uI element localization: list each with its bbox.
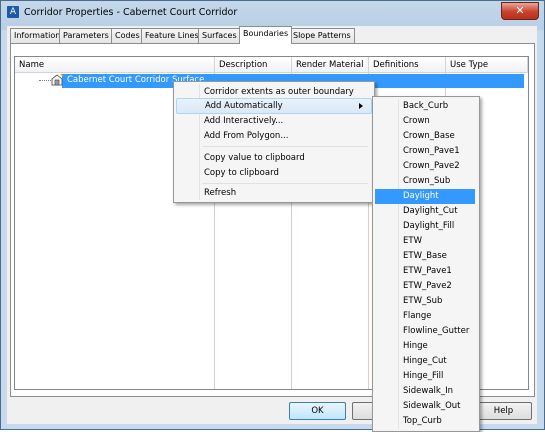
submenu-item-etw-pave1[interactable]: ETW_Pave1 — [375, 264, 475, 279]
submenu-item-daylight[interactable]: Daylight — [375, 189, 475, 204]
menu-item-label: Add Automatically — [205, 101, 283, 111]
menu-item-add-from-polygon[interactable]: Add From Polygon... — [176, 128, 372, 144]
tree-connector — [39, 80, 51, 81]
column-header-definitions[interactable]: Definitions — [369, 57, 446, 73]
submenu-item-etw-pave2[interactable]: ETW_Pave2 — [375, 279, 475, 294]
submenu-item-flange[interactable]: Flange — [375, 309, 475, 324]
tab-codes[interactable]: Codes — [111, 28, 144, 43]
help-button[interactable]: Help — [475, 402, 532, 420]
menu-item-copy-clipboard[interactable]: Copy to clipboard — [176, 165, 372, 181]
context-menu: Corridor extents as outer boundary Add A… — [173, 81, 375, 203]
menu-item-add-interactively[interactable]: Add Interactively... — [176, 113, 372, 129]
menu-separator — [202, 146, 368, 147]
submenu-item-hinge-cut[interactable]: Hinge_Cut — [375, 354, 475, 369]
submenu-item-flowline-gutter[interactable]: Flowline_Gutter — [375, 324, 475, 339]
submenu-item-top-curb[interactable]: Top_Curb — [375, 414, 475, 429]
menu-item-add-automatically[interactable]: Add Automatically — [176, 98, 372, 114]
submenu-item-hinge-fill[interactable]: Hinge_Fill — [375, 369, 475, 384]
menu-item-refresh[interactable]: Refresh — [176, 185, 372, 201]
submenu-item-daylight-cut[interactable]: Daylight_Cut — [375, 204, 475, 219]
column-header-use-type[interactable]: Use Type — [446, 57, 528, 73]
submenu-item-back-curb[interactable]: Back_Curb — [375, 99, 475, 114]
submenu-item-etw[interactable]: ETW — [375, 234, 475, 249]
submenu-item-sidewalk-out[interactable]: Sidewalk_Out — [375, 399, 475, 414]
submenu-item-sidewalk-in[interactable]: Sidewalk_In — [375, 384, 475, 399]
submenu-item-crown-base[interactable]: Crown_Base — [375, 129, 475, 144]
tab-slope-patterns[interactable]: Slope Patterns — [289, 28, 355, 43]
app-icon: A — [7, 6, 19, 18]
tab-parameters[interactable]: Parameters — [59, 28, 113, 43]
surface-corridor-icon — [51, 74, 63, 86]
submenu-item-crown[interactable]: Crown — [375, 114, 475, 129]
submenu-item-crown-sub[interactable]: Crown_Sub — [375, 174, 475, 189]
tab-information[interactable]: Information — [10, 28, 65, 43]
window-title: Corridor Properties - Cabernet Court Cor… — [24, 7, 238, 18]
column-header-render-material[interactable]: Render Material — [292, 57, 369, 73]
submenu-item-daylight-fill[interactable]: Daylight_Fill — [375, 219, 475, 234]
menu-item-copy-value[interactable]: Copy value to clipboard — [176, 150, 372, 166]
chevron-right-icon — [359, 103, 363, 109]
column-header-name[interactable]: Name — [15, 57, 215, 73]
tab-boundaries[interactable]: Boundaries — [239, 26, 293, 44]
title-bar[interactable]: A Corridor Properties - Cabernet Court C… — [1, 1, 544, 25]
ok-button[interactable]: OK — [289, 402, 346, 420]
submenu-item-crown-pave2[interactable]: Crown_Pave2 — [375, 159, 475, 174]
submenu-item-etw-sub[interactable]: ETW_Sub — [375, 294, 475, 309]
submenu-item-etw-base[interactable]: ETW_Base — [375, 249, 475, 264]
tab-surfaces[interactable]: Surfaces — [198, 28, 241, 43]
submenu-item-crown-pave1[interactable]: Crown_Pave1 — [375, 144, 475, 159]
submenu-add-automatically: Back_Curb Crown Crown_Base Crown_Pave1 Crown… — [372, 96, 480, 432]
submenu-item-hinge[interactable]: Hinge — [375, 339, 475, 354]
column-header-description[interactable]: Description — [215, 57, 292, 73]
tab-feature-lines[interactable]: Feature Lines — [141, 28, 203, 43]
close-button[interactable]: ✕ — [501, 2, 539, 20]
menu-separator — [202, 183, 368, 184]
